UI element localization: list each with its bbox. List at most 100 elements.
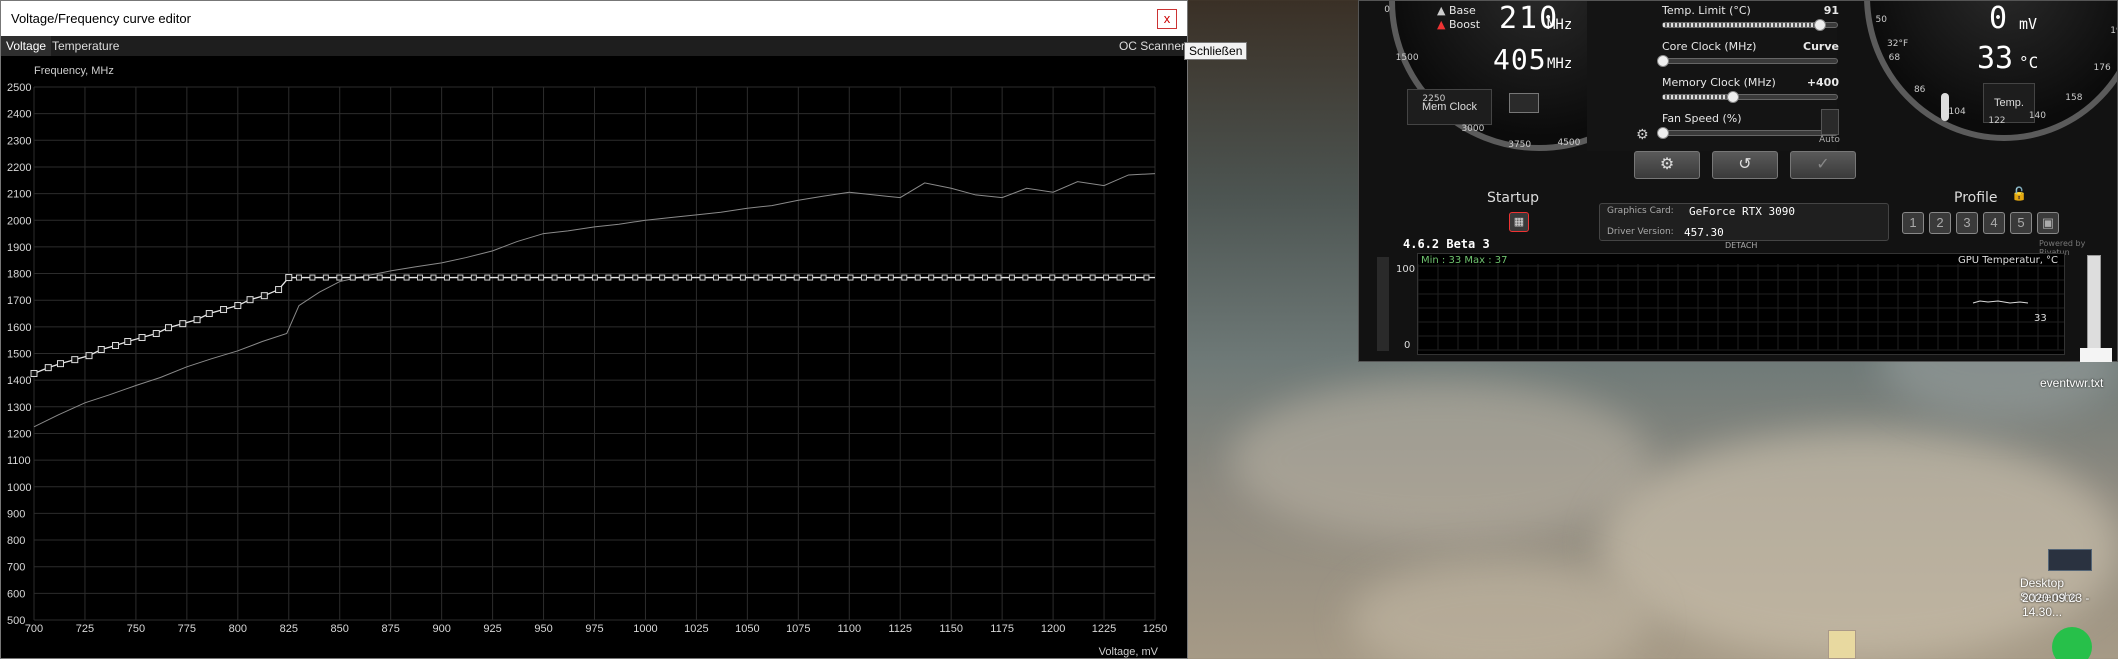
monitor-scrollbar[interactable] [2087, 255, 2101, 351]
curve-point[interactable] [901, 274, 908, 281]
profile-slot-5[interactable]: 5 [2010, 212, 2032, 234]
curve-point[interactable] [928, 274, 935, 281]
curve-point[interactable] [1076, 274, 1083, 281]
slider-thumb[interactable] [1657, 55, 1669, 67]
curve-point[interactable] [417, 274, 424, 281]
curve-point[interactable] [430, 274, 437, 281]
editor-titlebar[interactable]: Voltage/Frequency curve editor x [1, 1, 1187, 36]
curve-point[interactable] [443, 274, 450, 281]
curve-point[interactable] [220, 306, 228, 314]
curve-point[interactable] [739, 274, 746, 281]
curve-point[interactable] [538, 274, 545, 281]
slider-thumb[interactable] [1657, 127, 1669, 139]
curve-point[interactable] [470, 274, 477, 281]
curve-point[interactable] [1022, 274, 1029, 281]
curve-point[interactable] [847, 274, 854, 281]
curve-point[interactable] [941, 274, 948, 281]
curve-point[interactable] [97, 346, 105, 354]
curve-point[interactable] [56, 360, 64, 368]
curve-point[interactable] [874, 274, 881, 281]
auto-fan-label[interactable]: Auto [1819, 135, 1840, 145]
curve-point[interactable] [524, 274, 531, 281]
curve-point[interactable] [193, 316, 201, 324]
slider-thumb[interactable] [1726, 91, 1739, 103]
curve-point[interactable] [672, 274, 679, 281]
screenshot-file-icon[interactable] [2048, 549, 2092, 571]
hardware-monitor[interactable]: Min : 33 Max : 37 GPU Temperatur, °C 100… [1396, 253, 2065, 355]
profile-slot-2[interactable]: 2 [1929, 212, 1951, 234]
curve-point[interactable] [30, 369, 38, 377]
folder-icon[interactable] [1828, 630, 1856, 659]
curve-point[interactable] [457, 274, 464, 281]
curve-point[interactable] [982, 274, 989, 281]
curve-point[interactable] [179, 320, 187, 328]
curve-point[interactable] [152, 330, 160, 338]
tab-temperature[interactable]: Temperature [47, 36, 124, 56]
text-file-icon[interactable] [2080, 348, 2112, 362]
slider-track[interactable] [1662, 91, 1838, 103]
slider-track[interactable] [1662, 19, 1838, 31]
slider-thumb[interactable] [1813, 19, 1826, 31]
curve-point[interactable] [995, 274, 1002, 281]
curve-point[interactable] [112, 342, 120, 350]
curve-point[interactable] [914, 274, 921, 281]
curve-point[interactable] [376, 274, 383, 281]
curve-point[interactable] [565, 274, 572, 281]
curve-point[interactable] [138, 334, 146, 342]
curve-point[interactable] [403, 274, 410, 281]
curve-point[interactable] [551, 274, 558, 281]
curve-point[interactable] [955, 274, 962, 281]
curve-point[interactable] [834, 274, 841, 281]
curve-point[interactable] [85, 352, 93, 360]
curve-point[interactable] [1143, 274, 1150, 281]
curve-point[interactable] [605, 274, 612, 281]
curve-point[interactable] [71, 356, 79, 364]
curve-point[interactable] [1129, 274, 1136, 281]
curve-point[interactable] [234, 302, 242, 310]
curve-point[interactable] [578, 274, 585, 281]
curve-point[interactable] [285, 274, 293, 282]
apply-button[interactable]: ✓ [1790, 151, 1856, 179]
curve-point[interactable] [968, 274, 975, 281]
desktop-icon-label-eventvwr[interactable]: eventvwr.txt [2040, 376, 2103, 390]
curve-point[interactable] [497, 274, 504, 281]
whatsapp-icon[interactable] [2052, 627, 2092, 659]
curve-point[interactable] [618, 274, 625, 281]
curve-point[interactable] [1062, 274, 1069, 281]
curve-point[interactable] [349, 274, 356, 281]
detach-button[interactable]: DETACH [1725, 241, 1757, 250]
curve-point[interactable] [1035, 274, 1042, 281]
curve-point[interactable] [246, 296, 254, 304]
curve-point[interactable] [295, 274, 302, 281]
startup-windows-button[interactable]: ▦ [1509, 212, 1529, 232]
curve-point[interactable] [260, 292, 268, 300]
curve-point[interactable] [1103, 274, 1110, 281]
curve-point[interactable] [766, 274, 773, 281]
curve-point[interactable] [793, 274, 800, 281]
curve-point[interactable] [780, 274, 787, 281]
profile-slot-1[interactable]: 1 [1902, 212, 1924, 234]
slider-track[interactable] [1657, 127, 1838, 139]
curve-point[interactable] [699, 274, 706, 281]
profile-slot-3[interactable]: 3 [1956, 212, 1978, 234]
reset-button[interactable]: ↺ [1712, 151, 1778, 179]
unlock-icon[interactable]: 🔓 [2011, 187, 2027, 202]
curve-point[interactable] [645, 274, 652, 281]
curve-point[interactable] [1049, 274, 1056, 281]
curve-point[interactable] [820, 274, 827, 281]
curve-point[interactable] [1089, 274, 1096, 281]
curve-point[interactable] [1008, 274, 1015, 281]
curve-point[interactable] [591, 274, 598, 281]
curve-point[interactable] [484, 274, 491, 281]
curve-point[interactable] [511, 274, 518, 281]
profile-slot-4[interactable]: 4 [1983, 212, 2005, 234]
curve-point[interactable] [275, 286, 283, 294]
curve-point[interactable] [309, 274, 316, 281]
curve-point[interactable] [124, 338, 132, 346]
curve-point[interactable] [712, 274, 719, 281]
curve-point[interactable] [860, 274, 867, 281]
curve-point[interactable] [726, 274, 733, 281]
fan-auto-toggle[interactable] [1821, 109, 1839, 135]
curve-point[interactable] [363, 274, 370, 281]
tab-voltage[interactable]: Voltage [1, 36, 52, 56]
